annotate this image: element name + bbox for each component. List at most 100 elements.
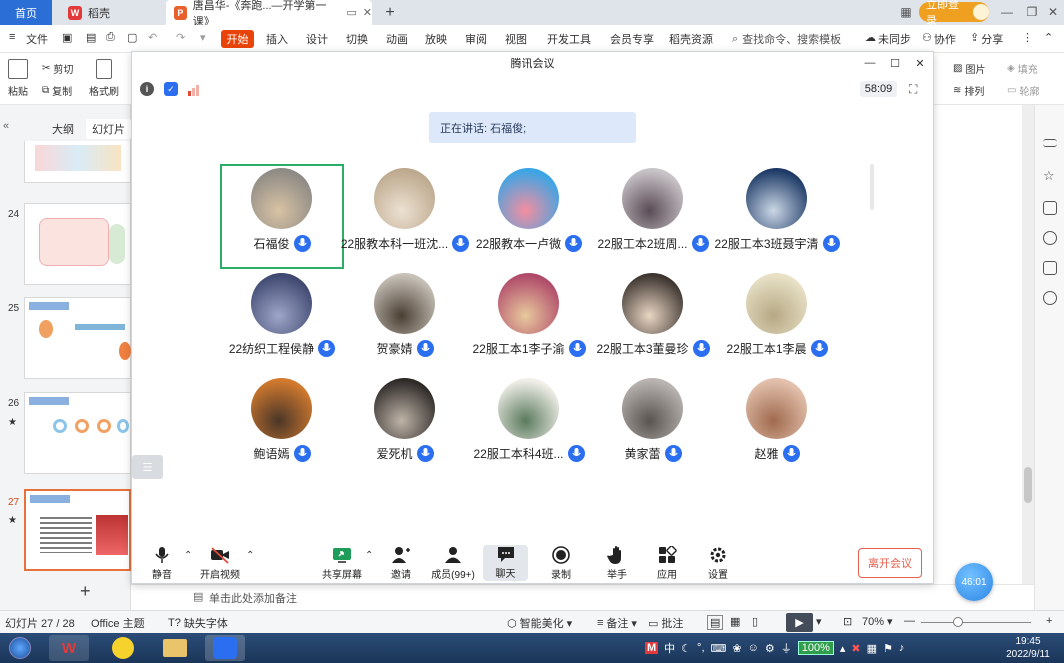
m-app-icon[interactable]: M (645, 642, 659, 654)
menu-animation[interactable]: 动画 (386, 31, 408, 47)
slide-thumbnail[interactable] (24, 141, 131, 183)
tab-presentation[interactable]: P 唐昌华-《奔跑...—开学第一课》 ▭ ✕ (166, 0, 372, 28)
participant-tile[interactable]: 22服教本一卢微 (467, 164, 591, 269)
meeting-maximize-icon[interactable]: ☐ (887, 55, 903, 71)
zoom-in-icon[interactable]: + (1046, 615, 1052, 627)
zoom-slider-handle[interactable] (953, 617, 963, 627)
slide-thumbnail-current[interactable] (24, 489, 131, 571)
signal-strength-icon[interactable] (188, 82, 202, 96)
notes-placeholder[interactable]: 单击此处添加备注 (209, 590, 297, 606)
participant-tile[interactable]: 22服工本3董曼珍 (591, 269, 715, 374)
user-tray-icon[interactable]: ☺ (748, 642, 759, 654)
tab-home[interactable]: 首页 (0, 0, 52, 25)
settings-sliders-icon[interactable] (1043, 139, 1057, 147)
close-window-icon[interactable]: ✕ (1043, 2, 1063, 22)
fit-window-icon[interactable]: ⊡ (843, 615, 852, 628)
network-error-icon[interactable]: ✖ (851, 642, 860, 655)
unsynced-status[interactable]: ☁ 未同步 (865, 31, 911, 47)
share-screen-button[interactable]: 共享屏幕 (312, 546, 372, 581)
play-options-icon[interactable]: ▾ (816, 615, 822, 628)
command-search[interactable]: ⌕ 查找命令、搜索模板 (732, 31, 841, 47)
menu-file[interactable]: 文件 (26, 31, 48, 47)
participant-tile[interactable]: 22纺织工程侯静 (220, 269, 344, 374)
restore-icon[interactable]: ❐ (1022, 2, 1042, 22)
invite-button[interactable]: 邀请 (371, 546, 431, 581)
zoom-slider[interactable] (921, 617, 1031, 627)
slide-thumbnail[interactable] (24, 203, 131, 285)
minimize-icon[interactable]: — (997, 2, 1017, 22)
tab-docer[interactable]: W 稻壳 (58, 0, 164, 25)
collapse-ribbon-icon[interactable]: ⌃ (1044, 31, 1053, 44)
new-tab-button[interactable]: + (380, 0, 400, 25)
participant-tile[interactable]: 贺豪婧 (343, 269, 467, 374)
share-button[interactable]: ⇪ 分享 (970, 31, 1003, 47)
theme-name[interactable]: Office 主题 (91, 615, 145, 631)
hamburger-icon[interactable]: ≡ (9, 31, 15, 43)
help-icon[interactable] (1043, 231, 1057, 245)
participant-tile[interactable]: 22服工本1李晨 (715, 269, 839, 374)
clock[interactable]: 19:45 2022/9/11 (998, 635, 1058, 661)
taskbar-wps[interactable]: W (49, 635, 89, 661)
menu-review[interactable]: 审阅 (465, 31, 487, 47)
slide-thumbnail[interactable] (24, 297, 131, 379)
tab-slides[interactable]: 幻灯片 (86, 119, 131, 139)
missing-font-button[interactable]: T? 缺失字体 (168, 615, 228, 631)
members-button[interactable]: 成员(99+) (423, 546, 483, 581)
print-icon[interactable]: ⎙ (106, 31, 115, 44)
participant-tile[interactable]: 黄家蕾 (591, 374, 715, 479)
outline-button[interactable]: ▭ 轮廓 (1007, 83, 1039, 98)
more-options-icon[interactable]: ⋮ (1022, 31, 1033, 44)
normal-view-icon[interactable]: ▤ (707, 615, 724, 630)
participant-tile[interactable]: 22服教本科一班沈... (341, 164, 470, 269)
copy-button[interactable]: ⧉ 复制 (42, 83, 72, 98)
participant-tile[interactable]: 22服工本科4班... (467, 374, 591, 479)
collapse-panel-icon[interactable]: « (3, 120, 9, 132)
record-button[interactable]: 录制 (531, 546, 591, 581)
participant-scrollbar[interactable] (870, 164, 874, 210)
fullscreen-icon[interactable]: ⛶ (909, 82, 917, 97)
menu-insert[interactable]: 插入 (266, 31, 288, 47)
login-button[interactable]: 立即登录 (919, 0, 989, 27)
settings-tray-icon[interactable]: ⚙ (765, 642, 775, 655)
keyboard-icon[interactable]: ⌨ (711, 642, 727, 655)
tray-expand-icon[interactable]: ▴ (840, 642, 846, 655)
meeting-title-bar[interactable]: 腾讯会议 (132, 52, 933, 74)
participant-tile-active[interactable]: 石福俊 (220, 164, 344, 269)
more-dropdown-icon[interactable]: ▾ (200, 31, 206, 44)
frame-icon[interactable] (1043, 201, 1057, 215)
vertical-scrollbar[interactable] (1022, 105, 1034, 610)
paste-button[interactable]: 粘贴 (8, 59, 28, 98)
meeting-minimize-icon[interactable]: — (862, 55, 878, 71)
participant-tile[interactable]: 爱死机 (343, 374, 467, 479)
taskbar-tencent-meeting[interactable] (205, 635, 245, 661)
zoom-out-icon[interactable]: — (904, 615, 915, 627)
zoom-level[interactable]: 70% ▾ (862, 615, 893, 629)
participant-tile[interactable]: 22服工本1李子渝 (467, 269, 591, 374)
taskbar-smiley-app[interactable] (103, 635, 143, 661)
punctuation-icon[interactable]: °, (697, 642, 704, 654)
moon-icon[interactable]: ☾ (681, 642, 691, 655)
collab-button[interactable]: ⚇ 协作 (922, 31, 956, 47)
sorter-view-icon[interactable]: ▦ (730, 615, 740, 628)
redo-icon[interactable]: ↷ (176, 31, 185, 44)
ime-indicator[interactable]: 中 (664, 640, 675, 656)
participant-tile[interactable]: 22服工本2班周... (591, 164, 715, 269)
play-button[interactable]: ▶ (786, 613, 813, 632)
location-icon[interactable] (1043, 291, 1057, 305)
undo-icon[interactable]: ↶ (148, 31, 157, 44)
start-button[interactable] (2, 635, 38, 661)
flag-icon[interactable]: ⚑ (883, 642, 893, 655)
info-icon[interactable]: i (140, 82, 154, 96)
format-painter-button[interactable]: 格式刷 (89, 59, 119, 98)
power-plug-icon[interactable]: ⏚ (781, 640, 792, 656)
battery-indicator[interactable]: 100% (797, 641, 834, 655)
export-icon[interactable]: ▤ (86, 31, 96, 44)
taskbar-file-explorer[interactable] (155, 635, 195, 661)
pin-icon[interactable]: ▭ (346, 6, 356, 19)
fill-button[interactable]: ◈ 填充 (1007, 61, 1038, 76)
menu-design[interactable]: 设计 (306, 31, 328, 47)
menu-member[interactable]: 会员专享 (610, 31, 654, 47)
star-outline-icon[interactable]: ☆ (1043, 169, 1057, 183)
menu-docer-resources[interactable]: 稻壳资源 (669, 31, 713, 47)
participant-tile[interactable]: 22服工本3班聂宇清 (714, 164, 840, 269)
